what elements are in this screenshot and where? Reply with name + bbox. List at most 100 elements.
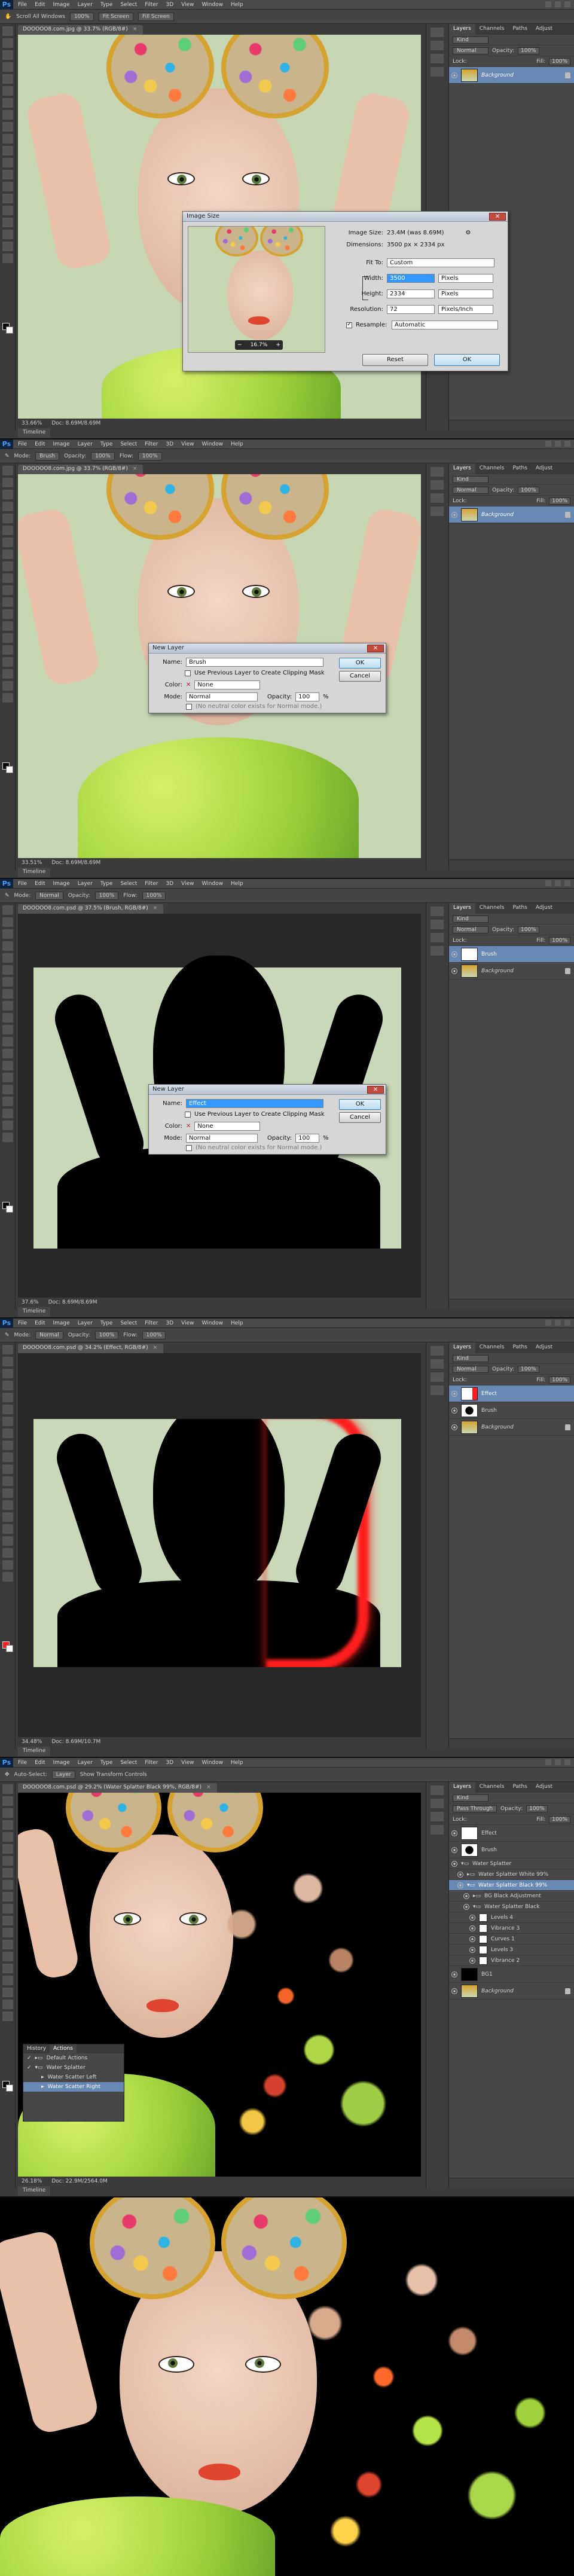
menu-3d[interactable]: 3D — [166, 2, 174, 8]
menu-edit[interactable]: Edit — [35, 2, 45, 8]
color-panel-icon[interactable] — [430, 1812, 444, 1821]
auto-select-checkbox[interactable]: Auto-Select: — [14, 1772, 47, 1778]
tab-channels[interactable]: Channels — [475, 24, 509, 35]
eraser-tool-icon[interactable] — [2, 585, 13, 595]
swatches-panel-icon[interactable] — [430, 67, 444, 77]
blur-tool-icon[interactable] — [2, 1928, 13, 1937]
maximize-icon[interactable] — [555, 880, 561, 886]
close-icon[interactable] — [564, 1759, 570, 1765]
fill-field[interactable]: 100% — [549, 57, 570, 65]
zoom-tool-icon[interactable] — [2, 1572, 13, 1582]
fill-field[interactable]: 100% — [549, 936, 570, 944]
gradient-tool-icon[interactable] — [2, 1476, 13, 1486]
visibility-eye-icon[interactable] — [469, 1936, 475, 1942]
blur-tool-icon[interactable] — [2, 170, 13, 179]
menu-image[interactable]: Image — [53, 441, 70, 447]
visibility-eye-icon[interactable] — [451, 1390, 457, 1397]
crop-tool-icon[interactable] — [2, 74, 13, 84]
dodge-tool-icon[interactable] — [2, 1500, 13, 1510]
resolution-field[interactable]: 72 — [387, 305, 435, 314]
zoom-readout[interactable]: 37.6% — [22, 1299, 39, 1305]
opacity-field[interactable]: 100% — [94, 1330, 119, 1339]
menu-type[interactable]: Type — [100, 881, 113, 887]
gradient-tool-icon[interactable] — [2, 158, 13, 167]
crop-tool-icon[interactable] — [2, 1393, 13, 1402]
pen-tool-icon[interactable] — [2, 1073, 13, 1082]
blur-tool-icon[interactable] — [2, 1049, 13, 1058]
maximize-icon[interactable] — [555, 1, 561, 7]
document-canvas[interactable]: History Actions ✓ ▸▭ Default Actions ✓ ▾▭ Wa… — [18, 1793, 421, 2177]
tab-adjust[interactable]: Adjust — [532, 1782, 557, 1793]
healing-tool-icon[interactable] — [2, 1417, 13, 1426]
menu-file[interactable]: File — [18, 441, 27, 447]
dodge-tool-icon[interactable] — [2, 1940, 13, 1949]
width-field[interactable]: 3500 — [387, 274, 435, 283]
shape-tool-icon[interactable] — [2, 1988, 13, 1997]
menu-window[interactable]: Window — [202, 441, 224, 447]
document-tab[interactable]: DOOOOO8.com.jpg @ 33.7% (RGB/8#) × — [18, 25, 144, 35]
menu-layer[interactable]: Layer — [78, 441, 93, 447]
shape-tool-icon[interactable] — [2, 1548, 13, 1558]
layer-row-bg1[interactable]: BG1 — [449, 1966, 574, 1983]
zoom-readout[interactable]: 34.48% — [22, 1739, 42, 1745]
menu-type[interactable]: Type — [100, 441, 113, 447]
type-tool-icon[interactable] — [2, 645, 13, 655]
marquee-tool-icon[interactable] — [2, 38, 13, 48]
menu-layer[interactable]: Layer — [78, 881, 93, 887]
tab-history[interactable]: History — [23, 2044, 50, 2053]
dodge-tool-icon[interactable] — [2, 182, 13, 191]
history-brush-tool-icon[interactable] — [2, 1892, 13, 1902]
tab-paths[interactable]: Paths — [508, 463, 531, 474]
eyedropper-tool-icon[interactable] — [2, 86, 13, 96]
zoom-out-icon[interactable]: − — [237, 342, 242, 348]
layer-row-brush[interactable]: Brush — [449, 1842, 574, 1858]
lasso-tool-icon[interactable] — [2, 1369, 13, 1378]
document-canvas[interactable] — [18, 1353, 421, 1737]
brush-tool-icon[interactable] — [2, 989, 13, 999]
mode-select[interactable]: Normal — [186, 692, 258, 701]
kind-filter-dropdown[interactable]: Kind — [453, 1354, 488, 1362]
history-panel-icon[interactable] — [430, 467, 444, 477]
close-icon[interactable] — [564, 1, 570, 7]
tab-paths[interactable]: Paths — [508, 1342, 531, 1353]
crop-tool-icon[interactable] — [2, 514, 13, 523]
background-color-swatch[interactable] — [6, 766, 13, 773]
minimize-icon[interactable] — [545, 1759, 551, 1765]
neutral-color-checkbox[interactable] — [186, 1144, 192, 1151]
document-tab[interactable]: DOOOOO8.com.psd @ 29.2% (Water Splatter … — [18, 1783, 217, 1793]
history-panel-icon[interactable] — [430, 907, 444, 916]
history-brush-tool-icon[interactable] — [2, 1013, 13, 1023]
menu-help[interactable]: Help — [231, 1760, 243, 1766]
timeline-tab[interactable]: Timeline — [18, 428, 51, 438]
menu-view[interactable]: View — [181, 1760, 194, 1766]
history-panel-icon[interactable] — [430, 1346, 444, 1356]
tab-layers[interactable]: Layers — [449, 24, 475, 35]
brush-tool-icon[interactable] — [2, 1868, 13, 1878]
move-tool-icon[interactable] — [2, 1784, 13, 1794]
menu-image[interactable]: Image — [53, 881, 70, 887]
layer-row-effect[interactable]: Effect — [449, 1825, 574, 1842]
layer-row-brush[interactable]: Brush — [449, 1402, 574, 1419]
eraser-tool-icon[interactable] — [2, 1904, 13, 1913]
path-select-tool-icon[interactable] — [2, 218, 13, 227]
maximize-icon[interactable] — [555, 441, 561, 447]
crop-tool-icon[interactable] — [2, 1832, 13, 1842]
menu-filter[interactable]: Filter — [145, 2, 158, 8]
visibility-eye-icon[interactable] — [451, 1846, 457, 1853]
fit-screen-button[interactable]: Fit Screen — [98, 12, 134, 21]
preview-zoom-control[interactable]: − 16.7% + — [235, 340, 283, 350]
background-color-swatch[interactable] — [6, 1645, 13, 1652]
height-field[interactable]: 2334 — [387, 289, 435, 298]
flow-field[interactable]: 100% — [142, 1330, 166, 1339]
history-brush-tool-icon[interactable] — [2, 134, 13, 144]
lasso-tool-icon[interactable] — [2, 490, 13, 499]
history-brush-tool-icon[interactable] — [2, 573, 13, 583]
close-tab-icon[interactable]: × — [153, 905, 158, 911]
opacity-field[interactable]: 100 — [295, 692, 320, 701]
healing-tool-icon[interactable] — [2, 1856, 13, 1866]
menu-type[interactable]: Type — [100, 2, 113, 8]
shape-tool-icon[interactable] — [2, 669, 13, 679]
menu-file[interactable]: File — [18, 1320, 27, 1326]
doc-size-readout[interactable]: Doc: 8.69M/8.69M — [48, 1299, 97, 1305]
color-panel-icon[interactable] — [430, 493, 444, 503]
